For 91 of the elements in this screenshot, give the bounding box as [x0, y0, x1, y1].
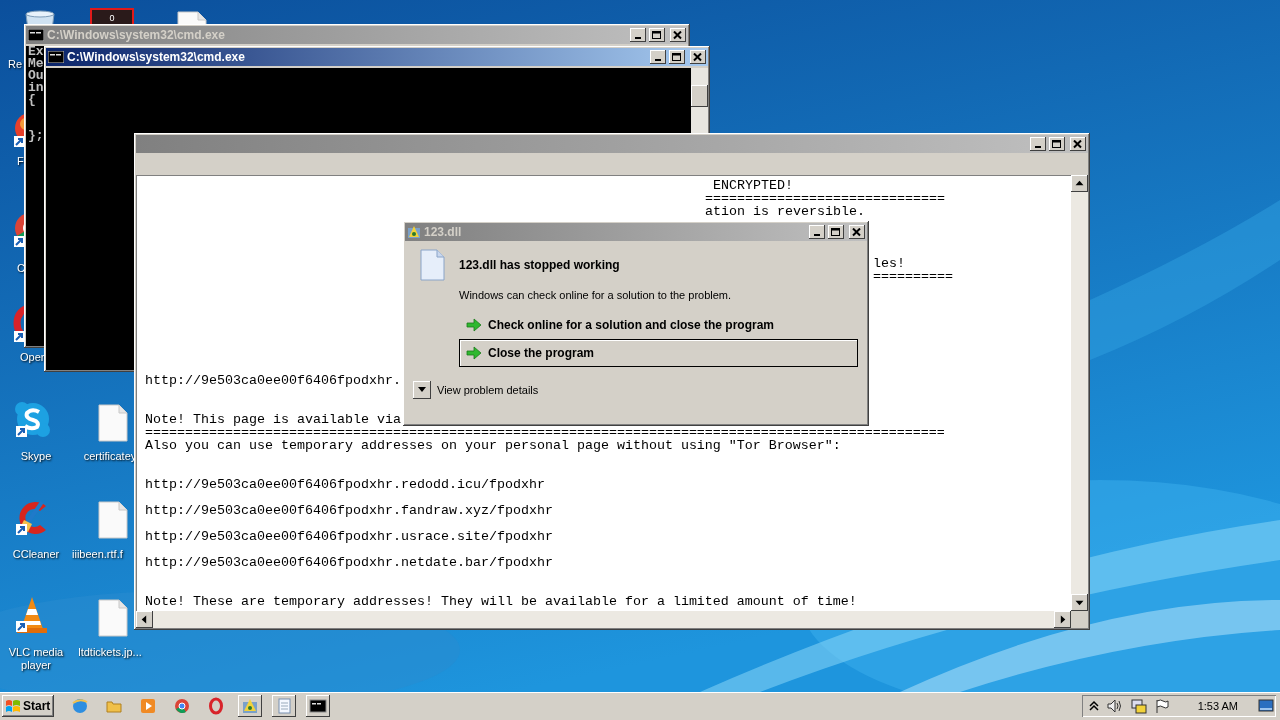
- text-line: Note! This page is available via: [145, 413, 401, 426]
- console-icon: [28, 29, 44, 41]
- icon-label: C: [17, 262, 25, 275]
- dialog-heading: 123.dll has stopped working: [459, 258, 620, 272]
- close-button[interactable]: [690, 50, 706, 64]
- window-title: C:\Windows\system32\cmd.exe: [67, 50, 246, 64]
- console-line: in: [28, 82, 44, 94]
- console-icon: [48, 51, 64, 63]
- text-line: ==============================: [705, 192, 945, 205]
- close-button[interactable]: [1070, 137, 1086, 151]
- minimize-icon: [635, 37, 641, 39]
- minimize-button[interactable]: [1030, 137, 1046, 151]
- play-icon: [139, 697, 158, 715]
- text-line: http://9e503ca0ee00f6406fpodxhr.usrace.site/fpodxhr: [145, 530, 553, 543]
- console-line: {: [28, 94, 36, 106]
- text-line: Also you can use temporary addresses on your personal page without using "Tor Browser":: [145, 439, 841, 452]
- file-icon: [419, 249, 445, 281]
- icon-label: CCleaner: [11, 548, 61, 561]
- text-line: http://9e503ca0ee00f6406fpodxhr.fandraw.xyz/fpodxhr: [145, 504, 553, 517]
- pinwheel-icon: [173, 697, 192, 715]
- console-line: };: [28, 130, 44, 142]
- close-button[interactable]: [849, 225, 865, 239]
- speaker-icon[interactable]: [1105, 698, 1124, 714]
- maximize-button[interactable]: [669, 50, 685, 64]
- maximize-icon: [652, 30, 662, 40]
- minimize-button[interactable]: [809, 225, 825, 239]
- text-line: http://9e503ca0ee00f6406fpodxhr.netdate.bar/fpodxhr: [145, 556, 553, 569]
- minimize-button[interactable]: [650, 50, 666, 64]
- close-icon: [852, 227, 862, 237]
- caret-icon: [417, 387, 427, 393]
- icon-label: Re: [8, 58, 23, 71]
- expand-button[interactable]: [413, 381, 431, 399]
- console-line: Ou: [28, 70, 44, 82]
- program-icon: [241, 697, 260, 715]
- console-line: Ex: [28, 46, 44, 58]
- scrollbar[interactable]: [1071, 175, 1088, 611]
- text-line: ====================================================================================================: [145, 426, 945, 439]
- minimize-icon: [655, 59, 661, 61]
- text-line: http://9e503ca0ee00f6406fpodxhr.redodd.icu/fpodxhr: [145, 478, 545, 491]
- window-title: C:\Windows\system32\cmd.exe: [47, 28, 226, 42]
- caret-icon[interactable]: [1087, 699, 1100, 713]
- close-icon: [673, 30, 683, 40]
- start-button[interactable]: Start: [2, 695, 55, 717]
- window-title: 123.dll: [424, 225, 463, 239]
- taskbar-button[interactable]: [238, 695, 263, 717]
- console-line: Me: [28, 58, 44, 70]
- close-icon: [693, 52, 703, 62]
- taskbar-button[interactable]: [272, 695, 297, 717]
- notepad-icon: [275, 697, 294, 715]
- show-desktop-icon[interactable]: [1258, 699, 1274, 713]
- maximize-button[interactable]: [828, 225, 844, 239]
- icon-label: iiibeen.rtf.f: [72, 548, 123, 561]
- minimize-icon: [1035, 146, 1041, 148]
- maximize-icon: [831, 227, 841, 237]
- text-line: http://9e503ca0ee00f6406fpodxhr.: [145, 374, 401, 387]
- option-button[interactable]: Check online for a solution and close the program: [459, 311, 858, 339]
- icon-label: ltdtickets.jp...: [77, 646, 143, 659]
- arrow-icon: [466, 346, 482, 360]
- close-icon: [1073, 139, 1083, 149]
- clock[interactable]: 1:53 AM: [1197, 700, 1238, 712]
- arrow-icon: [466, 318, 482, 332]
- program-icon: [407, 225, 421, 239]
- icon-label: VLC media player: [7, 646, 65, 672]
- maximize-button[interactable]: [1049, 137, 1065, 151]
- network-icon[interactable]: [1129, 698, 1148, 714]
- minimize-icon: [814, 234, 820, 236]
- maximize-icon: [672, 52, 682, 62]
- text-line: les!: [873, 257, 905, 270]
- browser-icon: [71, 697, 90, 715]
- ring-icon: [207, 697, 226, 715]
- taskbar-button[interactable]: [306, 695, 331, 717]
- text-line: Note! These are temporary addresses! They will be available for a limited amount of time!: [145, 595, 857, 608]
- flag-icon[interactable]: [1153, 698, 1170, 714]
- icon-label: Skype: [19, 450, 53, 463]
- minimize-button[interactable]: [630, 28, 646, 42]
- windows-logo-icon: [5, 699, 21, 713]
- maximize-button[interactable]: [649, 28, 665, 42]
- counter-icon[interactable]: 0: [90, 8, 134, 24]
- maximize-icon: [1052, 139, 1062, 149]
- cloud-icon[interactable]: [12, 400, 52, 440]
- text-line: ENCRYPTED!: [713, 179, 793, 192]
- icon-label: certificatey: [82, 450, 138, 463]
- icon-label: Oper: [20, 351, 45, 364]
- console-icon: [309, 697, 328, 715]
- close-button[interactable]: [670, 28, 686, 42]
- details-label[interactable]: View problem details: [437, 384, 539, 396]
- text-line: ==========: [873, 270, 953, 283]
- dialog-message: Windows can check online for a solution to the problem.: [459, 289, 733, 301]
- text-line: ation is reversible.: [705, 205, 865, 218]
- icon-label: F: [17, 155, 24, 168]
- option-button[interactable]: Close the program: [459, 339, 858, 367]
